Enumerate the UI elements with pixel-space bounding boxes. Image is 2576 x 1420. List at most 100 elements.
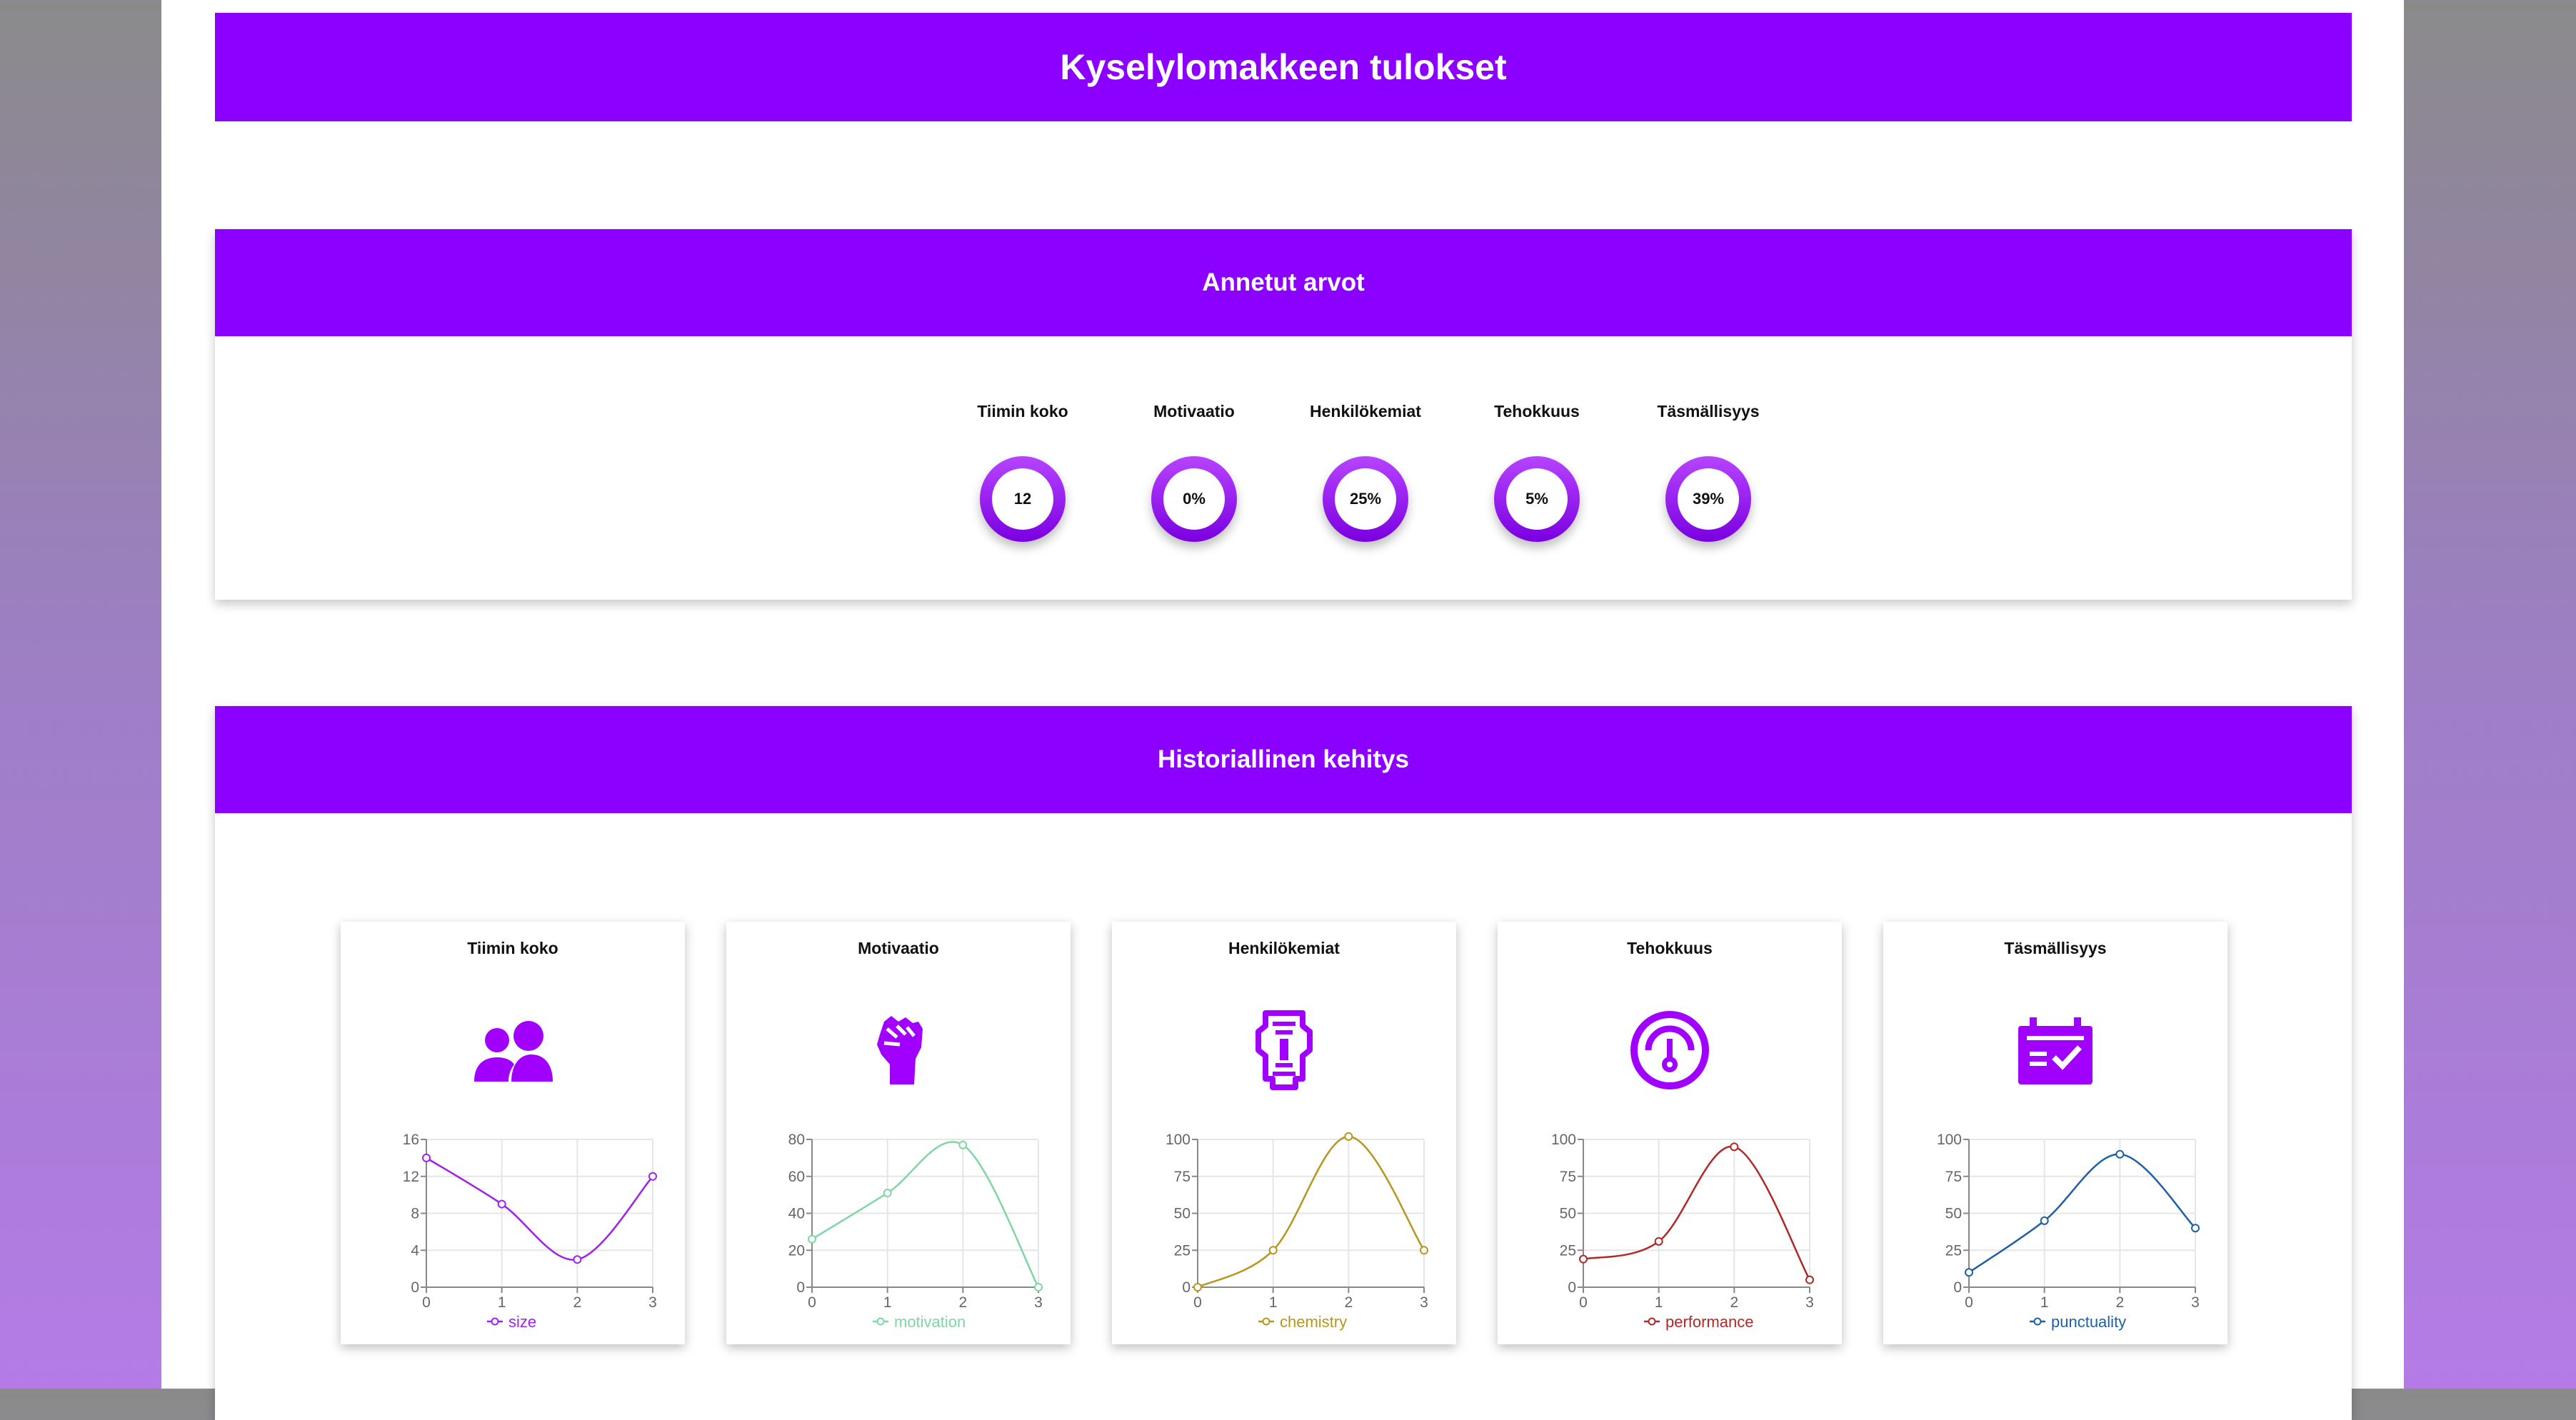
stat-value: 39% [1678, 468, 1739, 530]
y-tick-label: 4 [411, 1242, 419, 1259]
data-point [648, 1172, 657, 1181]
x-tick-label: 1 [1269, 1294, 1278, 1311]
legend-marker [1262, 1317, 1271, 1326]
y-tick-label: 0 [411, 1279, 419, 1296]
stats-row: Tiimin koko 12 Motivaatio 0% Henkilökemi… [215, 401, 2352, 586]
chart-card-team-size: Tiimin koko 0 4 8 12 16 0 1 2 3 size [341, 922, 685, 1344]
y-tick-label: 50 [1560, 1206, 1576, 1222]
x-tick-label: 1 [1655, 1294, 1663, 1311]
chart-card-efficiency: Tehokkuus 0 25 50 75 100 0 1 2 3 performance [1498, 922, 1842, 1344]
page-title: Kyselylomakkeen tulokset [215, 13, 2352, 121]
stat-value: 0% [1163, 468, 1225, 530]
data-point [1193, 1283, 1202, 1291]
progress-ring: 39% [1665, 456, 1751, 542]
page-container: Kyselylomakkeen tulokset Annetut arvot T… [161, 0, 2404, 1420]
stat-value: 12 [992, 468, 1053, 530]
stat-efficiency: Tehokkuus 5% [1451, 401, 1623, 542]
series-line [1197, 1135, 1425, 1289]
y-tick-label: 0 [1182, 1279, 1191, 1296]
y-tick-label: 40 [788, 1206, 805, 1222]
progress-ring: 25% [1323, 456, 1408, 542]
x-tick-label: 2 [958, 1294, 967, 1311]
data-point [1579, 1254, 1588, 1264]
y-tick-label: 8 [411, 1206, 419, 1222]
stat-label: Tiimin koko [977, 402, 1068, 421]
given-values-card: Annetut arvot Tiimin koko 12 Motivaatio … [215, 229, 2352, 600]
x-tick-label: 0 [1579, 1294, 1588, 1311]
progress-ring: 12 [980, 456, 1066, 542]
y-tick-label: 0 [796, 1279, 805, 1296]
line-chart-efficiency: 0 25 50 75 100 0 1 2 3 performance [1551, 1132, 1814, 1331]
y-tick-label: 25 [1560, 1242, 1576, 1259]
data-point [1730, 1142, 1739, 1152]
legend-marker [2033, 1317, 2042, 1326]
y-tick-label: 100 [1551, 1132, 1576, 1148]
data-point [2115, 1149, 2125, 1159]
legend-marker [1648, 1317, 1656, 1326]
data-point [883, 1189, 892, 1198]
y-tick-label: 16 [403, 1132, 419, 1148]
data-point [1268, 1246, 1278, 1255]
x-tick-label: 3 [2191, 1294, 2200, 1311]
x-tick-label: 2 [573, 1294, 581, 1311]
chart-legend: motivation [873, 1313, 966, 1331]
stat-label: Täsmällisyys [1657, 402, 1760, 421]
x-tick-label: 1 [2040, 1294, 2049, 1311]
progress-ring: 0% [1151, 456, 1237, 542]
series-line [811, 1141, 1040, 1288]
section-title-given-values: Annetut arvot [215, 229, 2352, 336]
stat-punctuality: Täsmällisyys 39% [1623, 401, 1794, 542]
y-tick-label: 25 [1945, 1242, 1962, 1259]
stat-team-size: Tiimin koko 12 [937, 401, 1108, 542]
data-point [1965, 1268, 1973, 1277]
x-tick-label: 0 [422, 1294, 431, 1311]
data-point [808, 1234, 816, 1244]
y-tick-label: 75 [1945, 1169, 1962, 1185]
legend-label: motivation [894, 1313, 966, 1331]
data-point [958, 1140, 968, 1149]
chart-card-chemistry: Henkilökemiat 0 25 50 75 100 0 1 2 3 chemistry [1112, 922, 1456, 1344]
data-point [2040, 1216, 2049, 1225]
x-tick-label: 3 [1034, 1294, 1043, 1311]
y-tick-label: 75 [1174, 1169, 1191, 1185]
legend-label: punctuality [2051, 1313, 2126, 1331]
y-tick-label: 12 [403, 1169, 419, 1185]
x-tick-label: 3 [648, 1294, 657, 1311]
line-chart-chemistry: 0 25 50 75 100 0 1 2 3 chemistry [1166, 1132, 1428, 1331]
line-chart-motivation: 0 20 40 60 80 0 1 2 3 motivation [788, 1132, 1043, 1331]
chart-legend: chemistry [1258, 1313, 1347, 1331]
chart-legend: performance [1644, 1313, 1754, 1331]
data-point [422, 1153, 431, 1162]
y-tick-label: 100 [1166, 1132, 1191, 1148]
x-tick-label: 1 [498, 1294, 506, 1311]
y-tick-label: 0 [1953, 1279, 1962, 1296]
stat-chemistry: Henkilökemiat 25% [1280, 401, 1451, 542]
data-point [1654, 1237, 1663, 1246]
x-tick-label: 2 [1730, 1294, 1738, 1311]
legend-marker [876, 1317, 885, 1326]
chart-card-motivation: Motivaatio 0 20 40 60 80 0 1 2 3 motivation [726, 922, 1071, 1344]
y-tick-label: 25 [1174, 1242, 1191, 1259]
data-point [1034, 1283, 1043, 1291]
data-point [497, 1199, 506, 1209]
x-tick-label: 0 [1965, 1294, 1973, 1311]
x-tick-label: 3 [1805, 1294, 1814, 1311]
stat-label: Henkilökemiat [1310, 402, 1421, 421]
legend-label: size [508, 1313, 536, 1331]
data-point [1805, 1275, 1814, 1284]
chart-card-punctuality: Täsmällisyys 0 25 50 75 100 0 1 2 3 punctuality [1883, 922, 2227, 1344]
y-tick-label: 50 [1945, 1206, 1962, 1222]
y-tick-label: 60 [788, 1169, 805, 1185]
y-tick-label: 50 [1174, 1206, 1191, 1222]
chart-legend: punctuality [2030, 1313, 2126, 1331]
stat-label: Motivaatio [1153, 402, 1235, 421]
x-tick-label: 1 [883, 1294, 892, 1311]
y-tick-label: 20 [788, 1242, 805, 1259]
data-point [573, 1255, 582, 1264]
x-tick-label: 2 [2115, 1294, 2124, 1311]
progress-ring: 5% [1494, 456, 1580, 542]
line-chart-punctuality: 0 25 50 75 100 0 1 2 3 punctuality [1937, 1132, 2200, 1331]
x-tick-label: 2 [1344, 1294, 1353, 1311]
x-tick-label: 0 [808, 1294, 816, 1311]
y-tick-label: 80 [788, 1132, 805, 1148]
